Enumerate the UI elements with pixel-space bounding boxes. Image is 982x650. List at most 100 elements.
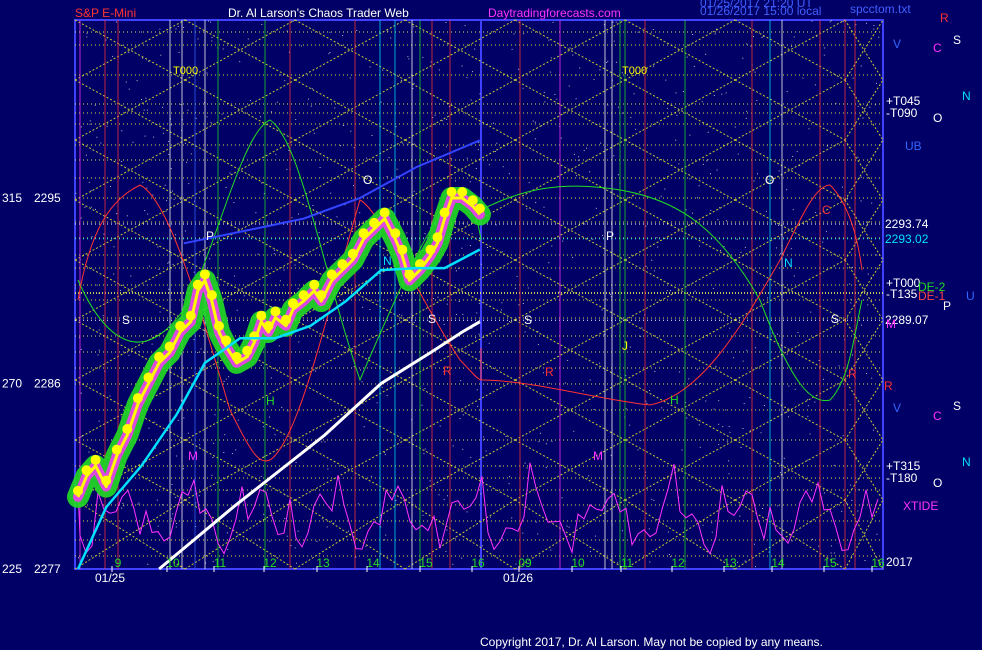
star-dot [689, 178, 691, 180]
star-dot [851, 500, 853, 501]
left-axis-degree: 315 [2, 191, 22, 205]
star-dot [681, 449, 683, 451]
price-point [270, 306, 281, 317]
star-dot [586, 147, 587, 149]
star-dot [578, 156, 580, 158]
star-dot [295, 462, 297, 464]
star-dot [161, 504, 163, 506]
planet-letter: S [953, 399, 961, 413]
star-dot [823, 492, 825, 494]
star-dot [401, 315, 403, 317]
star-dot [756, 99, 758, 101]
star-dot [807, 405, 809, 407]
right-label: P [943, 299, 951, 313]
star-dot [283, 269, 285, 271]
star-dot [156, 499, 158, 501]
star-dot [711, 531, 713, 533]
star-dot [537, 344, 539, 346]
star-dot [516, 275, 518, 277]
star-dot [793, 36, 795, 38]
star-dot [86, 36, 88, 38]
star-dot [99, 534, 101, 536]
star-dot [144, 135, 146, 137]
star-dot [413, 143, 415, 145]
planet-letter: N [962, 89, 971, 103]
star-dot [615, 21, 617, 23]
star-dot [651, 259, 653, 261]
star-dot [712, 287, 714, 289]
star-dot [141, 31, 143, 33]
star-dot [461, 557, 463, 559]
star-dot [698, 245, 700, 247]
star-dot [388, 157, 390, 159]
star-dot [86, 32, 88, 34]
star-dot [707, 131, 709, 133]
star-dot [296, 562, 298, 564]
t000-label: T000 [173, 65, 198, 77]
star-dot [621, 112, 623, 114]
star-dot [544, 101, 546, 103]
star-dot [102, 315, 104, 317]
star-dot [233, 202, 235, 204]
star-dot [744, 560, 746, 562]
star-dot [184, 142, 186, 144]
star-dot [740, 447, 742, 448]
star-dot [846, 198, 848, 200]
star-dot [470, 99, 472, 101]
star-dot [180, 104, 182, 105]
star-dot [480, 493, 482, 495]
star-dot [168, 153, 170, 155]
star-dot [685, 209, 687, 211]
star-dot [342, 35, 344, 37]
copyright: Copyright 2017, Dr. Al Larson. May not b… [480, 635, 823, 649]
star-dot [757, 173, 758, 175]
star-dot [384, 454, 386, 456]
star-dot [802, 77, 804, 79]
star-dot [180, 198, 181, 200]
star-dot [138, 502, 140, 504]
star-dot [550, 549, 552, 551]
star-dot [446, 119, 448, 120]
price-point [73, 485, 83, 496]
star-dot [137, 503, 139, 505]
star-dot [406, 232, 408, 234]
star-dot [200, 348, 202, 350]
inner-letter: S [831, 312, 839, 326]
star-dot [485, 450, 487, 452]
star-dot [876, 82, 877, 84]
inner-letter: H [266, 394, 275, 408]
inner-letter: S [428, 312, 436, 326]
star-dot [90, 190, 92, 192]
star-dot [78, 557, 79, 559]
x-hour-label: 15 [419, 556, 433, 570]
star-dot [284, 80, 286, 82]
star-dot [725, 409, 727, 411]
star-dot [469, 245, 471, 247]
star-dot [434, 114, 436, 116]
inner-letter: R [545, 365, 554, 379]
star-dot [550, 57, 552, 59]
star-dot [543, 91, 545, 93]
star-dot [511, 48, 513, 50]
x-hour-label: 13 [723, 556, 737, 570]
price-point [221, 335, 232, 346]
planet-letter: C [933, 409, 942, 423]
star-dot [487, 247, 488, 248]
star-dot [515, 563, 517, 565]
star-dot [777, 333, 778, 335]
x-hour-label: 15 [823, 556, 837, 570]
star-dot [554, 94, 556, 95]
star-dot [298, 341, 300, 343]
star-dot [176, 522, 177, 524]
star-dot [171, 484, 173, 485]
price-point [397, 244, 408, 255]
star-dot [593, 409, 595, 410]
star-dot [177, 25, 179, 27]
star-dot [439, 425, 441, 427]
star-dot [80, 392, 82, 394]
star-dot [225, 489, 227, 491]
star-dot [183, 27, 185, 28]
star-dot [475, 337, 477, 339]
star-dot [668, 554, 670, 555]
star-dot [353, 185, 354, 187]
